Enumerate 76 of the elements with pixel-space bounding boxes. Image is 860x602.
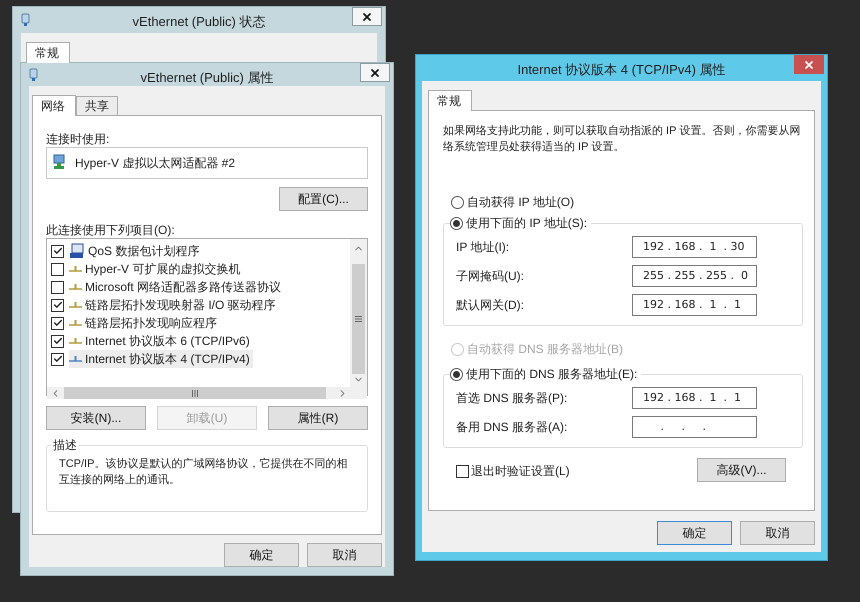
- field-label: IP 地址(I):: [456, 239, 510, 256]
- dialog-button[interactable]: 取消: [740, 521, 815, 545]
- list-item[interactable]: QoS 数据包计划程序: [69, 242, 202, 260]
- ip-address-field[interactable]: 255 . 255 . 255 . 0: [632, 265, 757, 287]
- dialog-button[interactable]: 高级(V)...: [697, 458, 786, 482]
- protocol-icon: [69, 301, 82, 309]
- close-icon: [803, 58, 815, 70]
- dialog-button[interactable]: 取消: [307, 543, 382, 567]
- radio-button[interactable]: [450, 368, 463, 380]
- ip-address-field[interactable]: 192 . 168 . 1 . 1: [632, 294, 757, 316]
- checkbox[interactable]: [51, 316, 64, 330]
- dialog-button[interactable]: 属性(R): [268, 406, 368, 430]
- item-label: QoS 数据包计划程序: [88, 243, 200, 260]
- close-icon: [369, 66, 381, 78]
- list-item[interactable]: Hyper-V 可扩展的虚拟交换机: [69, 260, 244, 278]
- ip-address-field[interactable]: . . .: [632, 416, 757, 438]
- dialog-button[interactable]: 配置(C)...: [279, 187, 368, 211]
- close-button[interactable]: [352, 7, 382, 26]
- checkbox-label: 退出时验证设置(L): [471, 463, 570, 480]
- window-title: vEthernet (Public) 属性: [140, 69, 274, 87]
- protocol-icon: [69, 355, 82, 363]
- tab[interactable]: 网络: [32, 95, 76, 116]
- list-item[interactable]: 链路层拓扑发现响应程序: [69, 314, 220, 332]
- radio-label: 使用下面的 DNS 服务器地址(E):: [466, 366, 638, 383]
- radio-label: 自动获得 DNS 服务器地址(B): [467, 341, 623, 358]
- radio-label: 自动获得 IP 地址(O): [467, 194, 574, 211]
- intro-text: 如果网络支持此功能，则可以获取自动指派的 IP 设置。否则，你需要从网络系统管理员处获得适当的 IP 设置。: [443, 124, 802, 155]
- adapter-name: Hyper-V 虚拟以太网适配器 #2: [75, 155, 236, 172]
- close-button[interactable]: [360, 63, 390, 82]
- network-adapter-icon: [21, 13, 30, 27]
- window-title: vEthernet (Public) 状态: [132, 13, 266, 31]
- checkbox[interactable]: [51, 262, 64, 276]
- check-icon: [52, 246, 62, 256]
- description-text: TCP/IP。该协议是默认的广域网络协议，它提供在不同的相互连接的网络上的通讯。: [59, 456, 348, 488]
- tab[interactable]: 常规: [428, 90, 472, 111]
- computer-icon: [69, 243, 85, 259]
- field-label: 首选 DNS 服务器(P):: [456, 390, 568, 407]
- section-label: 连接时使用:: [46, 131, 110, 145]
- section-label: 此连接使用下列项目(O):: [46, 222, 176, 236]
- item-label: Hyper-V 可扩展的虚拟交换机: [85, 261, 240, 278]
- item-label: Internet 协议版本 4 (TCP/IPv4): [85, 351, 250, 368]
- network-adapter-icon: [29, 68, 38, 82]
- protocol-icon: [69, 283, 82, 291]
- checkbox[interactable]: [51, 244, 64, 258]
- field-label: 默认网关(D):: [456, 297, 525, 314]
- grip-icon: [192, 390, 198, 396]
- horizontal-scrollbar[interactable]: [47, 387, 367, 399]
- group-label: 描述: [52, 437, 78, 454]
- grip-icon: [355, 316, 362, 322]
- dialog-button[interactable]: 安装(N)...: [46, 406, 146, 430]
- close-icon: [361, 10, 373, 22]
- radio-label: 使用下面的 IP 地址(S):: [466, 215, 588, 232]
- protocol-icon: [69, 265, 82, 273]
- list-item[interactable]: Internet 协议版本 6 (TCP/IPv6): [69, 332, 253, 350]
- checkbox[interactable]: [51, 352, 64, 366]
- field-label: 子网掩码(U):: [456, 268, 525, 285]
- item-label: Internet 协议版本 6 (TCP/IPv6): [85, 333, 250, 350]
- window-title: Internet 协议版本 4 (TCP/IPv4) 属性: [517, 61, 726, 79]
- ip-address-field[interactable]: 192 . 168 . 1 . 30: [632, 236, 757, 258]
- ip-address-field[interactable]: 192 . 168 . 1 . 1: [632, 387, 757, 409]
- dialog-button[interactable]: 确定: [224, 543, 299, 567]
- radio-button[interactable]: [451, 196, 464, 208]
- checkbox[interactable]: [456, 464, 469, 478]
- tab[interactable]: 常规: [26, 42, 70, 63]
- protocol-icon: [69, 319, 82, 327]
- checkbox[interactable]: [51, 280, 64, 294]
- item-label: 链路层拓扑发现响应程序: [85, 315, 217, 332]
- protocol-icon: [69, 337, 82, 345]
- vertical-scrollbar[interactable]: [350, 239, 367, 387]
- tab[interactable]: 共享: [76, 96, 118, 115]
- dialog-button[interactable]: 确定: [657, 521, 732, 545]
- field-label: 备用 DNS 服务器(A):: [456, 419, 568, 436]
- checkbox[interactable]: [51, 298, 64, 312]
- list-item[interactable]: Internet 协议版本 4 (TCP/IPv4): [69, 350, 253, 368]
- checkbox[interactable]: [51, 334, 64, 348]
- radio-button[interactable]: [450, 216, 463, 230]
